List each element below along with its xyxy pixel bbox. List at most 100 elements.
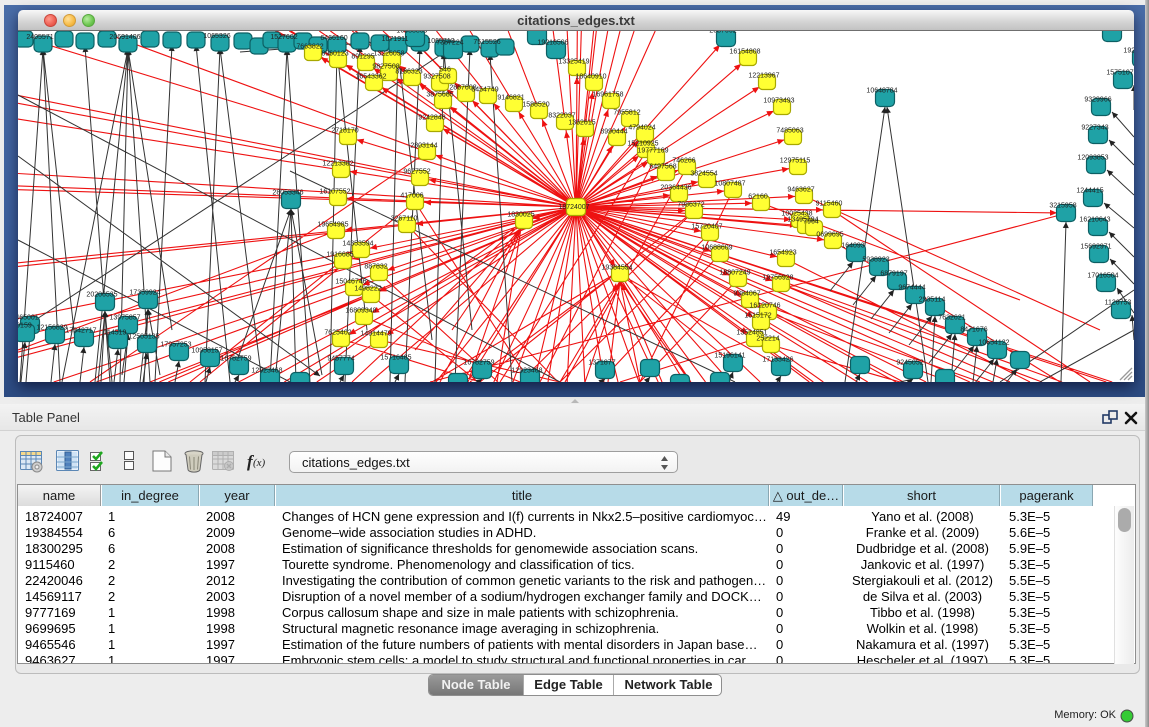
svg-text:16154808: 16154808 [729, 49, 760, 56]
svg-text:12213967: 12213967 [748, 73, 779, 80]
svg-text:13325419: 13325419 [558, 59, 589, 66]
svg-text:891295: 891295 [351, 54, 374, 61]
svg-text:1371877: 1371877 [588, 360, 615, 367]
svg-text:12093853: 12093853 [1077, 155, 1108, 162]
svg-text:8454749: 8454749 [471, 87, 498, 94]
svg-text:39159: 39159 [18, 323, 32, 330]
svg-text:2087662: 2087662 [709, 31, 736, 35]
svg-text:2803144: 2803144 [410, 143, 437, 150]
svg-text:7625402: 7625402 [324, 330, 351, 337]
svg-text:7663822: 7663822 [296, 44, 323, 51]
svg-text:1916685: 1916685 [326, 252, 353, 259]
svg-text:7485063: 7485063 [776, 128, 803, 135]
svg-text:1588520: 1588520 [522, 102, 549, 109]
svg-text:62160: 62160 [748, 194, 768, 201]
svg-text:465001: 465001 [18, 315, 39, 322]
svg-text:1575107: 1575107 [1106, 70, 1133, 77]
svg-text:28053346: 28053346 [272, 190, 303, 197]
svg-text:10654122: 10654122 [978, 340, 1009, 347]
svg-text:1527602: 1527602 [270, 34, 297, 41]
svg-text:8990444: 8990444 [600, 129, 627, 136]
svg-text:9627552: 9627552 [403, 169, 430, 176]
svg-text:15716485: 15716485 [380, 355, 411, 362]
svg-text:12975115: 12975115 [780, 158, 811, 165]
svg-text:9245052: 9245052 [896, 360, 923, 367]
svg-text:13975857: 13975857 [109, 315, 140, 322]
svg-text:20364436: 20364436 [660, 185, 691, 192]
svg-text:17133426: 17133426 [762, 357, 793, 364]
svg-text:1654923: 1654923 [769, 250, 796, 257]
svg-text:9329966: 9329966 [1084, 97, 1111, 104]
svg-text:9457774: 9457774 [327, 356, 354, 363]
svg-text:15720407: 15720407 [691, 224, 722, 231]
svg-text:7986372: 7986372 [677, 202, 704, 209]
svg-text:12505135: 12505135 [128, 334, 159, 341]
svg-text:546: 546 [439, 67, 451, 74]
svg-text:19384554: 19384554 [601, 265, 632, 272]
svg-text:7632621: 7632621 [938, 315, 965, 322]
svg-text:9242848: 9242848 [418, 115, 445, 122]
svg-text:3267110: 3267110 [391, 216, 418, 223]
svg-text:16033809: 16033809 [396, 31, 427, 35]
svg-text:252214: 252214 [756, 336, 779, 343]
svg-text:9227343: 9227343 [1081, 125, 1108, 132]
svg-text:1126753: 1126753 [1105, 300, 1132, 307]
svg-text:15196141: 15196141 [714, 353, 745, 360]
svg-text:2405571: 2405571 [26, 34, 53, 41]
svg-text:18724007: 18724007 [558, 204, 589, 211]
svg-text:8186323: 8186323 [395, 69, 422, 76]
svg-text:16809348: 16809348 [345, 308, 376, 315]
svg-text:15210925: 15210925 [627, 141, 658, 148]
svg-text:18640910: 18640910 [575, 74, 606, 81]
svg-text:16107552: 16107552 [319, 189, 350, 196]
svg-text:13226058: 13226058 [373, 51, 404, 58]
svg-text:16543362: 16543362 [355, 74, 386, 81]
svg-text:19218506: 19218506 [1123, 48, 1134, 55]
svg-text:15692971: 15692971 [1080, 244, 1111, 251]
svg-text:417006: 417006 [400, 193, 423, 200]
svg-text:19756928: 19756928 [762, 275, 793, 282]
svg-text:7964: 7964 [803, 219, 819, 226]
svg-text:887832: 887832 [364, 264, 387, 271]
svg-text:1615172: 1615172 [744, 313, 771, 320]
svg-text:19218506: 19218506 [537, 40, 568, 47]
svg-text:16120746: 16120746 [749, 303, 780, 310]
svg-text:1244415: 1244415 [1076, 188, 1103, 195]
svg-text:9674444: 9674444 [898, 285, 925, 292]
svg-text:14914479: 14914479 [360, 331, 391, 338]
svg-text:7515526: 7515526 [473, 39, 500, 46]
svg-text:3215958: 3215958 [1049, 203, 1076, 210]
svg-text:16210643: 16210643 [1079, 217, 1110, 224]
svg-text:20691406: 20691406 [109, 34, 140, 41]
svg-text:9146821: 9146821 [497, 95, 524, 102]
svg-text:6497568: 6497568 [649, 164, 676, 171]
svg-text:4794024: 4794024 [628, 125, 655, 132]
svg-text:9463627: 9463627 [787, 187, 814, 194]
svg-text:12923468: 12923468 [251, 368, 282, 375]
svg-text:19777169: 19777169 [637, 148, 668, 155]
svg-text:1071911: 1071911 [382, 36, 409, 43]
svg-text:17342717: 17342717 [65, 328, 96, 335]
svg-text:10973493: 10973493 [763, 98, 794, 105]
svg-text:12923468: 12923468 [511, 368, 542, 375]
svg-text:(x): (x) [253, 457, 266, 469]
svg-text:20206535: 20206535 [86, 292, 117, 299]
svg-text:17016504: 17016504 [1087, 273, 1118, 280]
svg-text:1498222: 1498222 [354, 286, 381, 293]
svg-text:8960123: 8960123 [321, 51, 348, 58]
svg-text:2718170: 2718170 [331, 128, 358, 135]
svg-text:7357224: 7357224 [436, 40, 463, 47]
svg-text:10807487: 10807487 [714, 181, 745, 188]
svg-text:9327508: 9327508 [423, 74, 450, 81]
svg-text:12156829: 12156829 [36, 325, 67, 332]
svg-text:9384067: 9384067 [733, 291, 760, 298]
svg-text:1065326: 1065326 [203, 33, 230, 40]
svg-text:7955812: 7955812 [613, 110, 640, 117]
svg-text:9115460: 9115460 [816, 201, 843, 208]
svg-text:18807249: 18807249 [719, 270, 750, 277]
svg-text:14353594: 14353594 [342, 241, 373, 248]
svg-text:8471676: 8471676 [960, 327, 987, 334]
svg-text:164093: 164093 [841, 243, 864, 250]
svg-text:0699695: 0699695 [816, 232, 843, 239]
svg-text:16961758: 16961758 [592, 92, 623, 99]
